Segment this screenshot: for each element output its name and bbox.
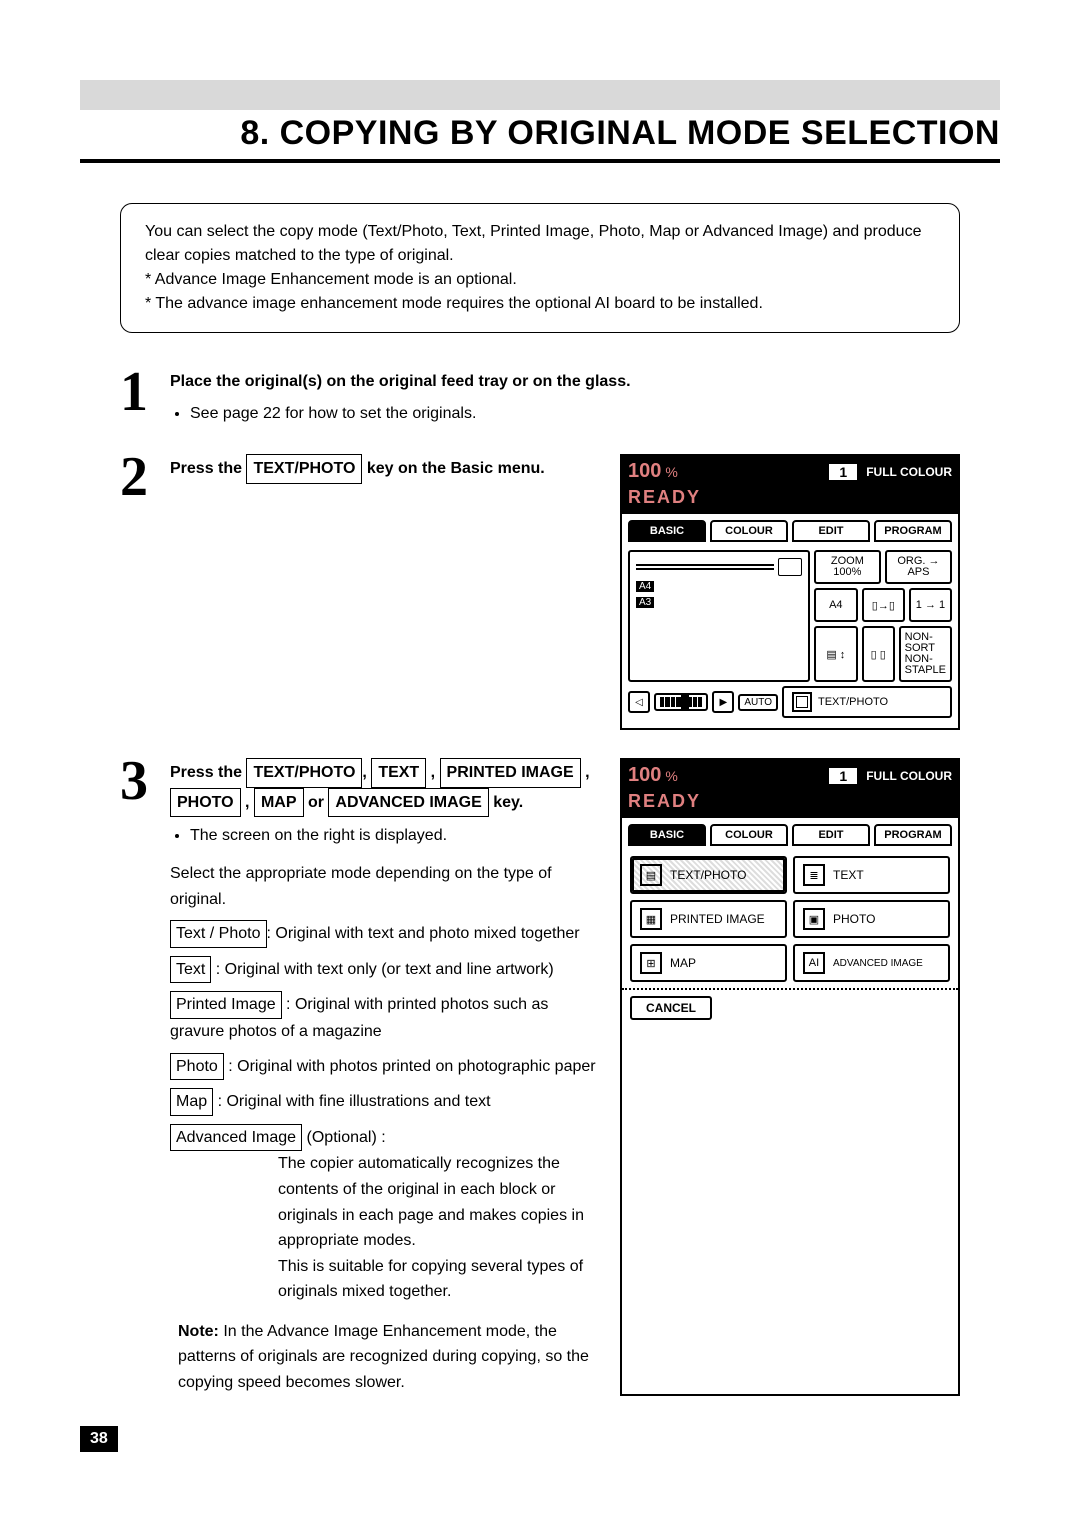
a3-tray-label: A3 (636, 597, 654, 608)
step-number: 1 (120, 369, 170, 426)
mode-text-label: Text (170, 956, 211, 984)
mode-map-label: Map (170, 1088, 213, 1116)
full-colour-label: FULL COLOUR (866, 769, 952, 783)
ready-status: READY (622, 487, 958, 514)
tab-basic[interactable]: BASIC (628, 824, 706, 846)
tab-basic[interactable]: BASIC (628, 520, 706, 542)
one-to-one[interactable]: 1 → 1 (909, 588, 952, 622)
mode-printed-label: Printed Image (170, 991, 282, 1019)
paper-tray-area[interactable]: A4 A3 (628, 550, 810, 682)
intro-line: You can select the copy mode (Text/Photo… (145, 220, 935, 268)
step2-lead: Press the TEXT/PHOTO key on the Basic me… (170, 454, 596, 484)
mode-btn-textphoto[interactable]: ▤TEXT/PHOTO (630, 856, 787, 894)
textphoto-button[interactable]: TEXT/PHOTO (782, 686, 952, 718)
mode-btn-map[interactable]: ⊞MAP (630, 944, 787, 982)
mode-text-desc: : Original with text only (or text and l… (211, 961, 553, 978)
advanced-image-icon: AI (803, 952, 825, 974)
tab-program[interactable]: PROGRAM (874, 520, 952, 542)
mode-photo-desc: : Original with photos printed on photog… (224, 1058, 596, 1075)
a4-tray-label: A4 (636, 581, 654, 592)
step-number: 3 (120, 758, 170, 1395)
copies-count: 1 (828, 767, 858, 785)
key-map: MAP (254, 788, 304, 818)
tab-program[interactable]: PROGRAM (874, 824, 952, 846)
note-body: In the Advance Image Enhancement mode, t… (178, 1323, 589, 1391)
intro-line: * Advance Image Enhancement mode is an o… (145, 268, 935, 292)
step-2: 2 Press the TEXT/PHOTO key on the Basic … (120, 454, 960, 730)
textphoto-icon: ▤ (640, 864, 662, 886)
mode-btn-printed[interactable]: ▦PRINTED IMAGE (630, 900, 787, 938)
mode-advanced-desc2: This is suitable for copying several typ… (170, 1254, 596, 1305)
mode-advanced-optional: (Optional) : (302, 1129, 386, 1146)
mode-textphoto-label: Text / Photo (170, 920, 267, 948)
step-number: 2 (120, 454, 170, 730)
zoom-percent: 100 (628, 460, 661, 483)
select-line: Select the appropriate mode depending on… (170, 861, 596, 912)
mode-photo-label: Photo (170, 1053, 224, 1081)
page-title: 8. COPYING BY ORIGINAL MODE SELECTION (240, 114, 1000, 152)
tab-colour[interactable]: COLOUR (710, 520, 788, 542)
mode-textphoto-desc: : Original with text and photo mixed tog… (267, 925, 580, 942)
mode-map-desc: : Original with fine illustrations and t… (213, 1093, 490, 1110)
printed-image-icon: ▦ (640, 908, 662, 930)
textphoto-key: TEXT/PHOTO (246, 454, 362, 484)
step-3: 3 Press the TEXT/PHOTO, TEXT , PRINTED I… (120, 758, 960, 1395)
header-bar (80, 80, 1000, 110)
mode-btn-photo[interactable]: ▣PHOTO (793, 900, 950, 938)
copies-count: 1 (828, 463, 858, 481)
key-advanced-image: ADVANCED IMAGE (328, 788, 488, 818)
step1-lead: Place the original(s) on the original fe… (170, 369, 960, 395)
text-icon: ≣ (803, 864, 825, 886)
nonsort-nonstaple[interactable]: NON-SORTNON-STAPLE (899, 626, 952, 682)
zoom-button[interactable]: ZOOM100% (814, 550, 881, 584)
percent-sign: % (665, 768, 677, 784)
density-track[interactable] (654, 693, 708, 711)
mode-advanced-desc1: The copier automatically recognizes the … (170, 1151, 596, 1253)
tab-edit[interactable]: EDIT (792, 520, 870, 542)
tab-edit[interactable]: EDIT (792, 824, 870, 846)
auto-button[interactable]: AUTO (738, 694, 778, 711)
intro-line: * The advance image enhancement mode req… (145, 292, 935, 316)
key-text: TEXT (371, 758, 426, 788)
text: Press the (170, 460, 246, 477)
copier-panel-basic: 100 % 1 FULL COLOUR READY BASIC COLOUR E… (620, 454, 960, 730)
title-rule (80, 159, 1000, 163)
key-textphoto: TEXT/PHOTO (246, 758, 362, 788)
density-right[interactable]: ▶ (712, 691, 734, 713)
cancel-button[interactable]: CANCEL (630, 996, 712, 1020)
key-photo: PHOTO (170, 788, 241, 818)
text: key on the Basic menu. (362, 460, 544, 477)
full-colour-label: FULL COLOUR (866, 465, 952, 479)
note-label: Note: (178, 1323, 219, 1340)
density-left[interactable]: ◁ (628, 691, 650, 713)
mode-btn-advanced[interactable]: AIADVANCED IMAGE (793, 944, 950, 982)
org-aps-button[interactable]: ORG. →APSA4 (885, 550, 952, 584)
intro-box: You can select the copy mode (Text/Photo… (120, 203, 960, 333)
a4-button[interactable]: A4 (814, 588, 858, 622)
sort-icon[interactable]: ▯ ▯ (862, 626, 895, 682)
step3-bullet: The screen on the right is displayed. (190, 823, 596, 849)
page-number: 38 (80, 1426, 118, 1452)
step-1: 1 Place the original(s) on the original … (120, 369, 960, 426)
ready-status: READY (622, 791, 958, 818)
percent-sign: % (665, 464, 677, 480)
map-icon: ⊞ (640, 952, 662, 974)
hand-feed-icon (778, 558, 802, 576)
tray-adjust-icon[interactable]: ▤ ↕ (814, 626, 858, 682)
zoom-percent: 100 (628, 764, 661, 787)
tab-colour[interactable]: COLOUR (710, 824, 788, 846)
duplex-icon[interactable]: ▯→▯ (862, 588, 905, 622)
copier-panel-modes: 100 % 1 FULL COLOUR READY BASIC COLOUR E… (620, 758, 960, 1395)
key-printed-image: PRINTED IMAGE (440, 758, 581, 788)
mode-btn-text[interactable]: ≣TEXT (793, 856, 950, 894)
photo-icon: ▣ (803, 908, 825, 930)
step3-lead: Press the TEXT/PHOTO, TEXT , PRINTED IMA… (170, 758, 596, 817)
textphoto-icon (792, 692, 812, 712)
mode-advanced-label: Advanced Image (170, 1124, 302, 1152)
step1-bullet: See page 22 for how to set the originals… (190, 401, 960, 427)
